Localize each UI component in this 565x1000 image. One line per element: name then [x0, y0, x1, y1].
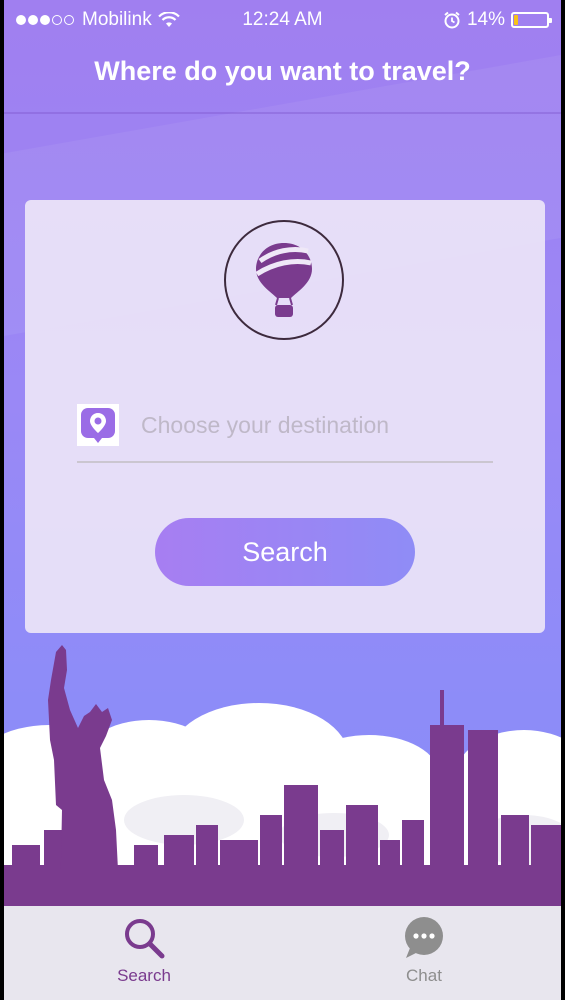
hot-air-balloon-icon: [255, 243, 312, 317]
status-right: 14%: [443, 9, 552, 31]
destination-underline: [77, 461, 493, 463]
app-screen: Mobilink 12:24 AM 14% Where do you want …: [4, 0, 561, 1000]
tab-chat-label: Chat: [406, 966, 442, 985]
location-pin-icon: [77, 404, 119, 446]
tab-search[interactable]: Search: [74, 906, 214, 1000]
battery-fill: [514, 15, 518, 25]
page-title: Where do you want to travel?: [94, 56, 471, 86]
search-button[interactable]: Search: [155, 518, 415, 586]
city-skyline-illustration: [4, 645, 561, 910]
battery-percent: 14%: [466, 9, 505, 30]
header-divider: [4, 112, 561, 114]
search-card: Search: [25, 200, 545, 633]
chat-bubble-icon: [405, 917, 443, 958]
tab-chat[interactable]: Chat: [354, 906, 494, 1000]
status-bar: Mobilink 12:24 AM 14%: [4, 0, 561, 40]
app-logo: [224, 220, 344, 340]
alarm-icon: [444, 11, 460, 29]
tab-bar: Search Chat: [4, 906, 561, 1000]
battery-icon: [511, 12, 552, 28]
tab-search-label: Search: [117, 966, 171, 985]
search-icon: [125, 919, 165, 959]
destination-input[interactable]: [139, 406, 493, 444]
destination-field: [77, 402, 493, 464]
